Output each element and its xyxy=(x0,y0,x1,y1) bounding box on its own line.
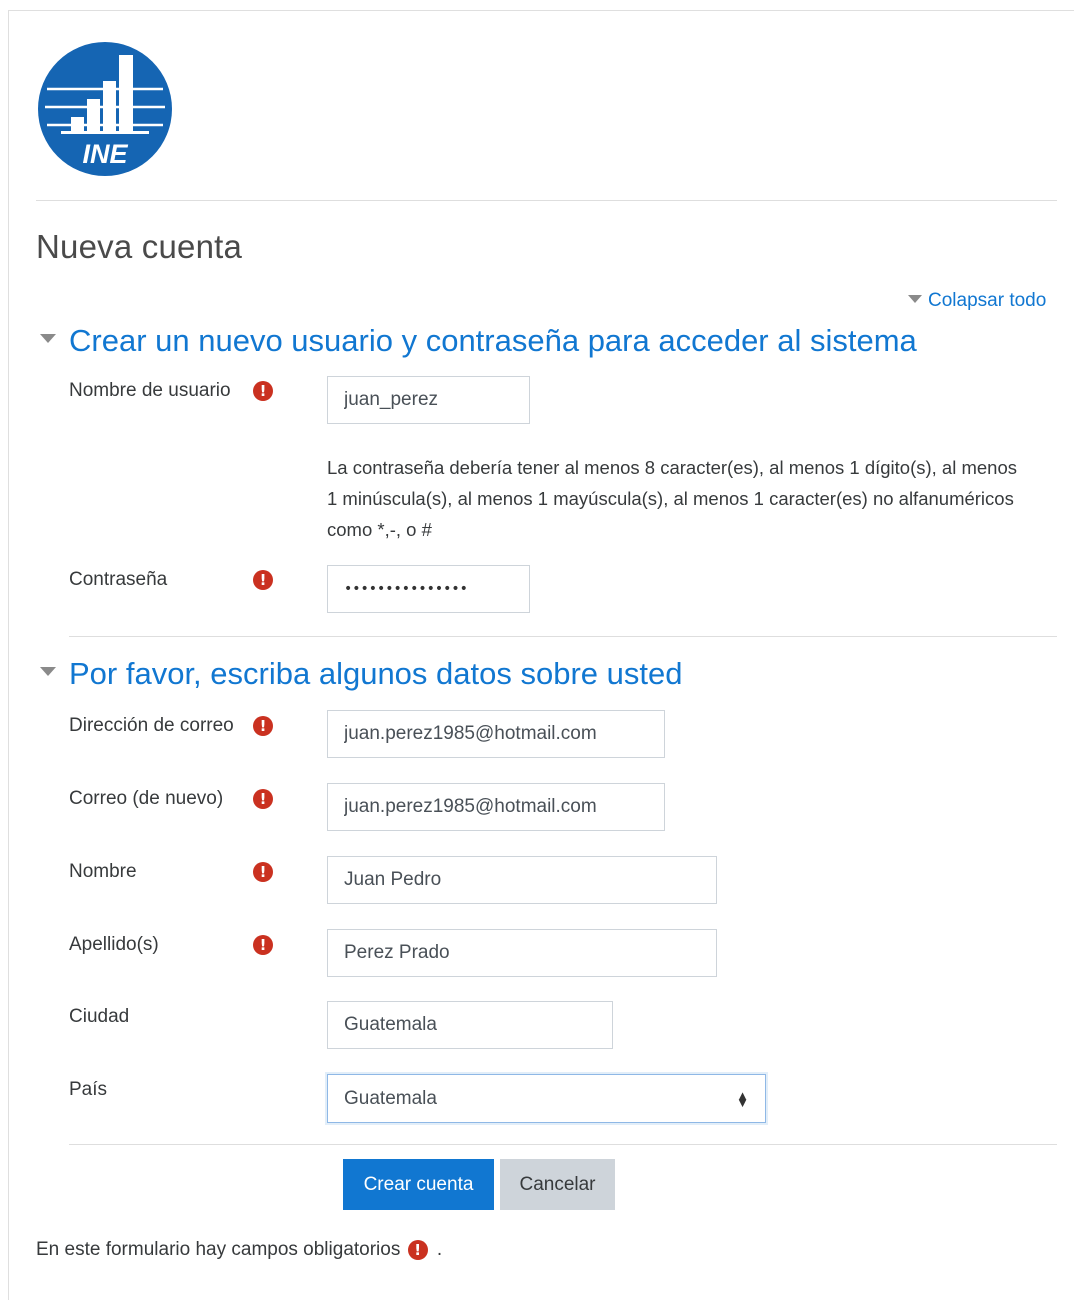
required-icon: ! xyxy=(407,1240,428,1260)
caret-down-icon xyxy=(908,294,922,303)
collapse-all-label: Colapsar todo xyxy=(928,290,1047,311)
section-details-header[interactable]: Por favor, escriba algunos datos sobre u… xyxy=(40,656,682,692)
lastname-label: Apellido(s) xyxy=(69,934,159,955)
required-icon: ! xyxy=(253,789,273,809)
form-divider xyxy=(69,1144,1057,1145)
username-input[interactable] xyxy=(327,376,530,424)
email-label: Dirección de correo xyxy=(69,715,234,736)
required-icon: ! xyxy=(253,716,273,736)
required-fields-note-text: En este formulario hay campos obligatori… xyxy=(36,1239,401,1260)
required-fields-note: En este formulario hay campos obligatori… xyxy=(36,1239,442,1261)
section-account-title: Crear un nuevo usuario y contraseña para… xyxy=(69,323,917,358)
required-fields-note-suffix: . xyxy=(436,1239,443,1260)
section-account-header[interactable]: Crear un nuevo usuario y contraseña para… xyxy=(40,323,917,359)
country-select-value: Guatemala xyxy=(344,1087,437,1109)
city-input[interactable] xyxy=(327,1001,613,1049)
ine-logo: INE xyxy=(38,42,172,176)
required-icon: ! xyxy=(253,570,273,590)
collapse-all-link[interactable]: Colapsar todo xyxy=(908,290,1046,312)
email-again-input[interactable] xyxy=(327,783,665,831)
header-divider xyxy=(36,200,1057,201)
required-icon: ! xyxy=(253,862,273,882)
city-label: Ciudad xyxy=(69,1006,130,1027)
create-account-button[interactable]: Crear cuenta xyxy=(343,1159,494,1210)
country-select[interactable]: Guatemala ▲ ▼ xyxy=(327,1074,766,1123)
firstname-input[interactable] xyxy=(327,856,717,904)
page-title: Nueva cuenta xyxy=(36,228,243,265)
section-details-title: Por favor, escriba algunos datos sobre u… xyxy=(69,656,683,691)
cancel-button[interactable]: Cancelar xyxy=(500,1159,615,1210)
lastname-input[interactable] xyxy=(327,929,717,977)
email-again-label: Correo (de nuevo) xyxy=(69,788,224,809)
password-label: Contraseña xyxy=(69,569,168,590)
password-policy-text: La contraseña debería tener al menos 8 c… xyxy=(327,457,1017,540)
firstname-label: Nombre xyxy=(69,861,137,882)
required-icon: ! xyxy=(253,935,273,955)
logo-text: INE xyxy=(82,139,128,169)
username-label: Nombre de usuario xyxy=(69,380,231,401)
country-label: País xyxy=(69,1079,108,1100)
required-icon: ! xyxy=(253,381,273,401)
email-input[interactable] xyxy=(327,710,665,758)
section-divider xyxy=(69,636,1057,637)
select-arrows-icon: ▲ ▼ xyxy=(736,1087,749,1110)
caret-down-icon xyxy=(40,334,56,344)
caret-down-icon xyxy=(40,667,56,677)
password-input[interactable] xyxy=(327,565,530,613)
